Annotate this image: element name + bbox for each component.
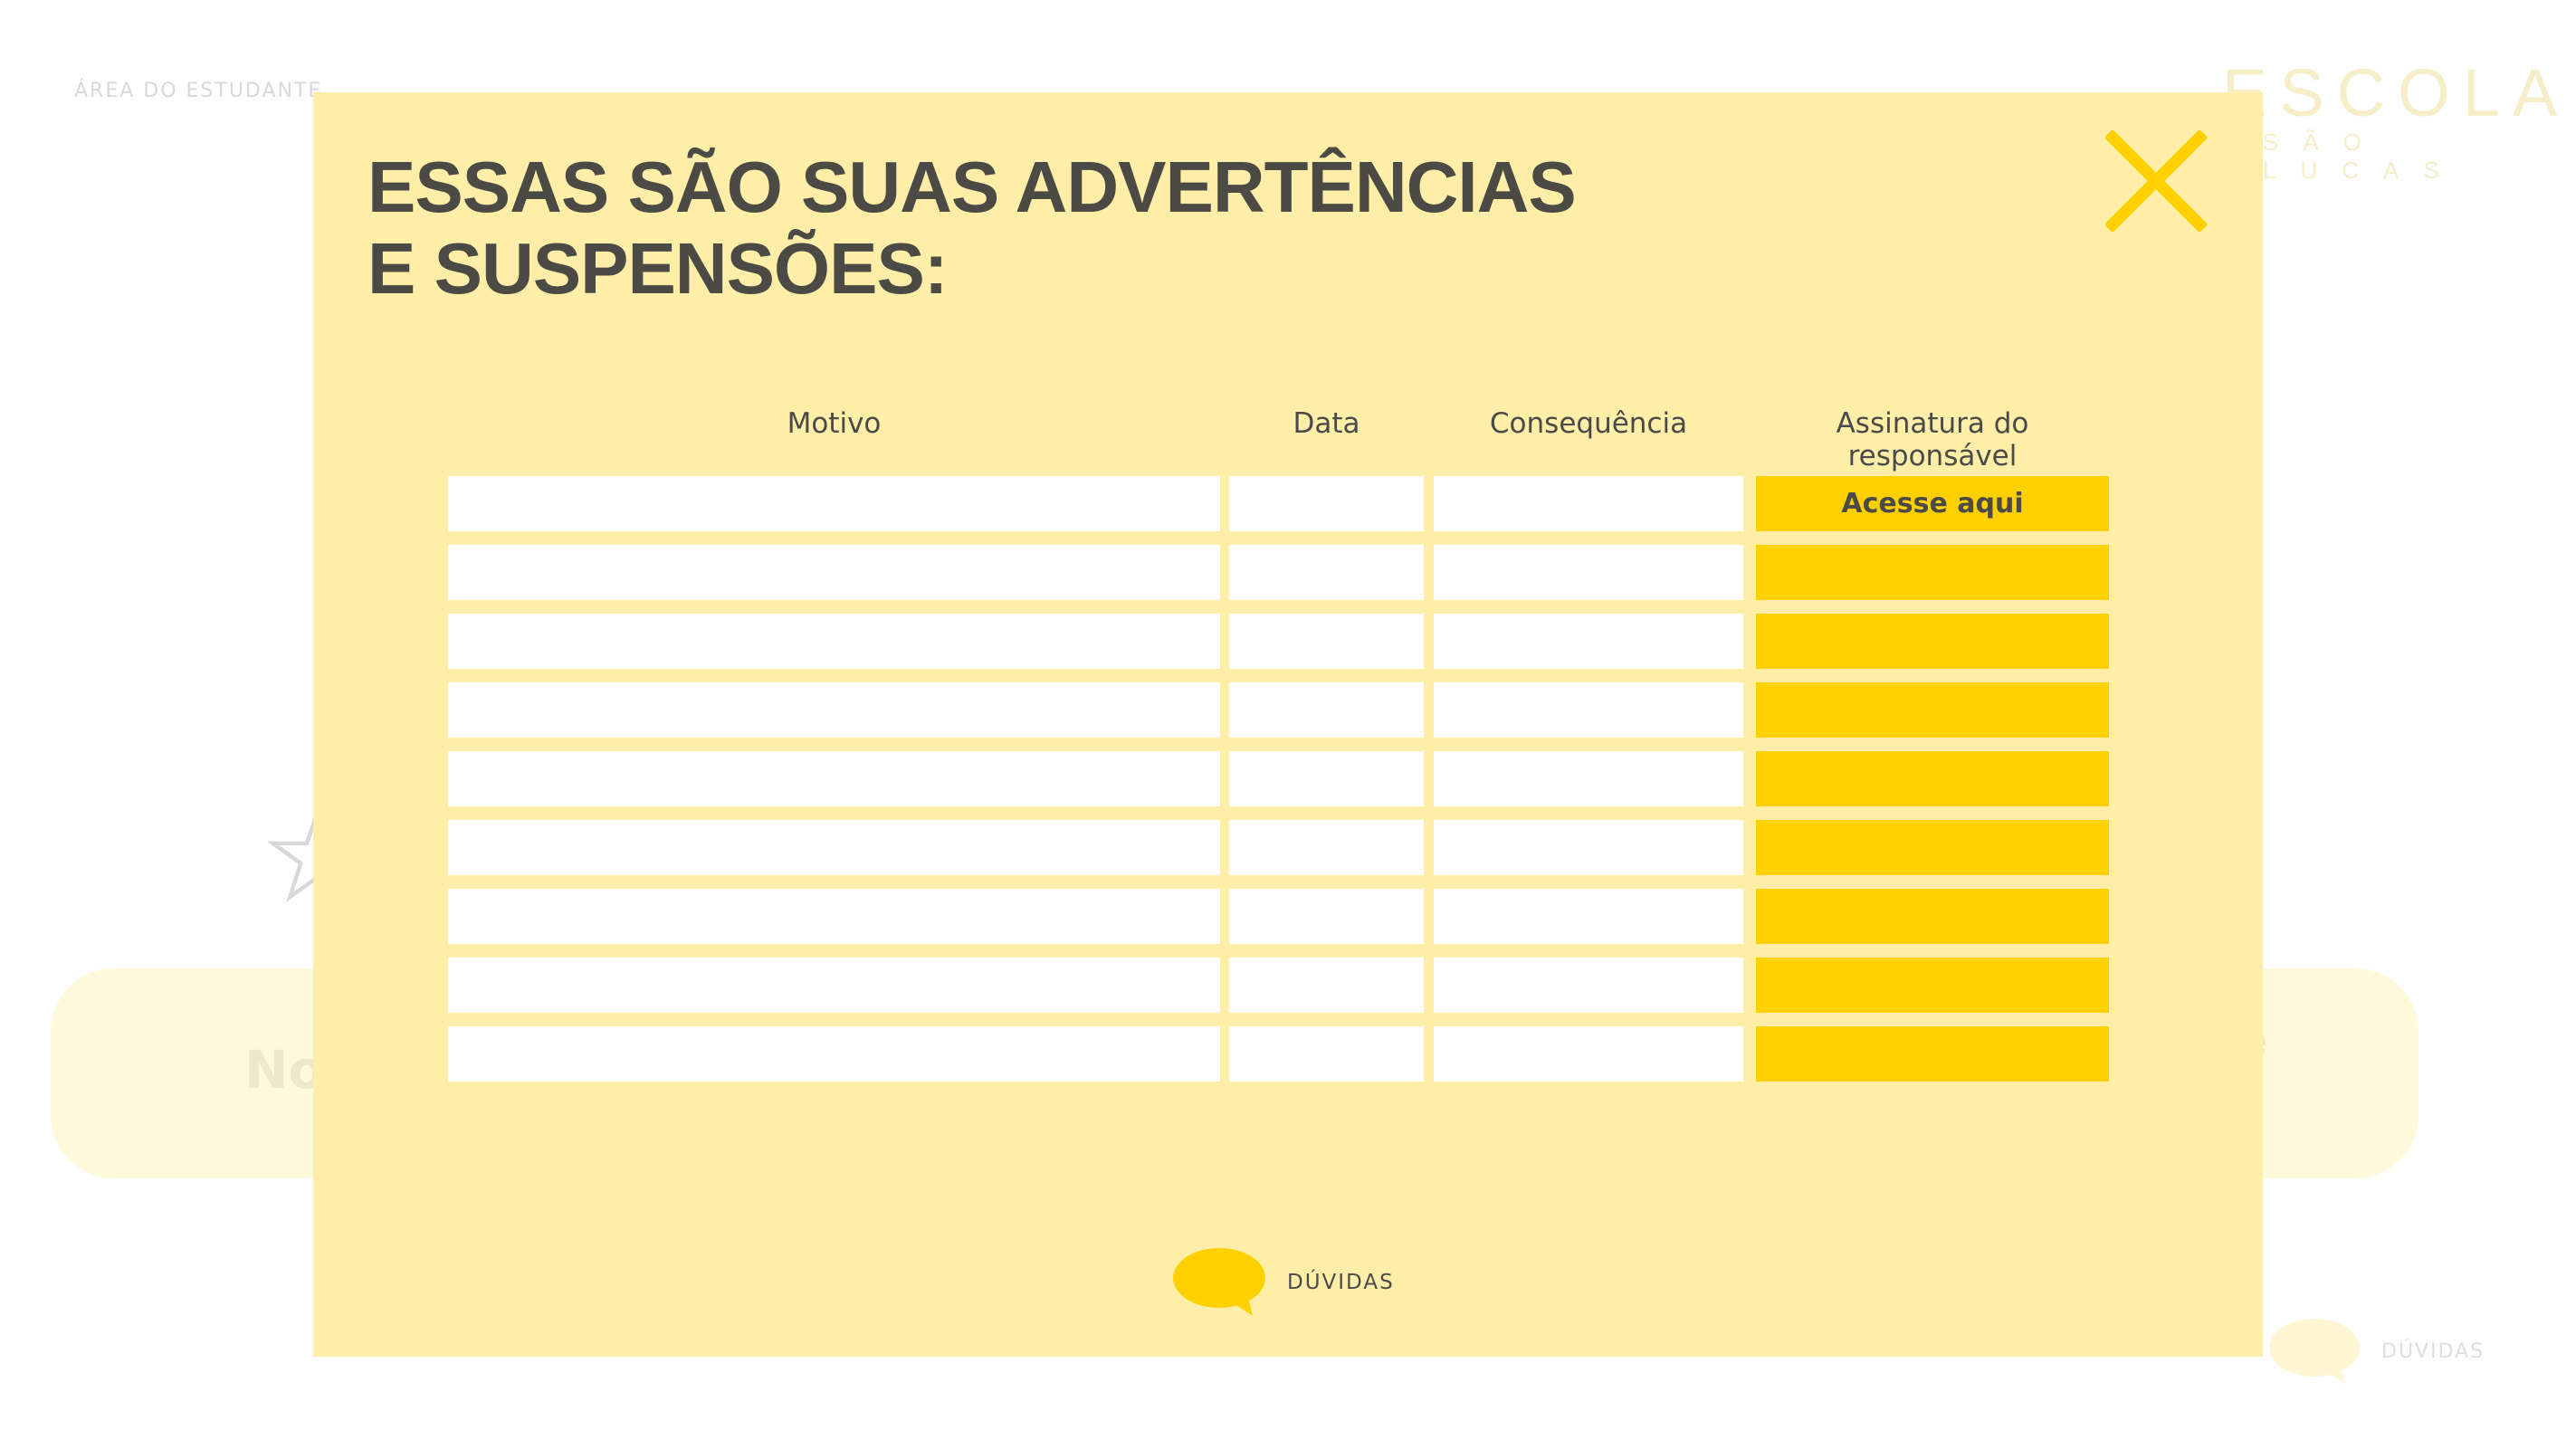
cell-motivo [448,889,1220,944]
logo-subtitle: SÃO LUCAS [2263,129,2464,184]
cell-motivo [448,476,1220,531]
background-help-label: DÚVIDAS [2381,1339,2485,1363]
cell-data [1229,682,1424,738]
cell-consequencia [1434,682,1743,738]
cell-consequencia [1434,889,1743,944]
signature-access-button[interactable] [1756,820,2109,875]
chat-bubble-icon [1173,1248,1265,1316]
cell-data [1229,614,1424,669]
cell-data [1229,958,1424,1013]
header-consequencia: Consequência [1489,407,1688,440]
background-help-button: DÚVIDAS [2267,1317,2485,1386]
cell-data [1229,751,1424,806]
signature-access-button[interactable]: Acesse aqui [1756,476,2109,531]
header-data: Data [1293,407,1360,440]
signature-access-button[interactable] [1756,958,2109,1013]
chat-bubble-icon [2269,1319,2360,1384]
cell-motivo [448,751,1220,806]
help-label: DÚVIDAS [1287,1271,1395,1294]
header-assinatura: Assinatura do responsável [1836,407,2029,472]
signature-access-button[interactable] [1756,1026,2109,1082]
cell-consequencia [1434,820,1743,875]
area-label: ÁREA DO ESTUDANTE [74,80,323,102]
cell-motivo [448,958,1220,1013]
cell-data [1229,889,1424,944]
signature-access-button[interactable] [1756,889,2109,944]
modal-title-line1: ESSAS SÃO SUAS ADVERTÊNCIAS [367,147,1577,227]
signature-access-button[interactable] [1756,682,2109,738]
signature-access-button[interactable] [1756,751,2109,806]
cell-motivo [448,820,1220,875]
cell-consequencia [1434,476,1743,531]
modal-title-line2: E SUSPENSÕES: [367,228,949,309]
signature-access-button[interactable] [1756,545,2109,600]
logo-title: ESCOLA [2222,55,2571,130]
cell-motivo [448,614,1220,669]
cell-consequencia [1434,751,1743,806]
cell-consequencia [1434,545,1743,600]
modal-title: ESSAS SÃO SUAS ADVERTÊNCIAS E SUSPENSÕES… [367,147,1577,310]
cell-motivo [448,682,1220,738]
help-button[interactable]: DÚVIDAS [1171,1247,1395,1318]
cell-data [1229,1026,1424,1082]
header-motivo: Motivo [787,407,882,440]
cell-consequencia [1434,1026,1743,1082]
close-x-icon[interactable] [2105,130,2207,232]
warnings-modal: ESSAS SÃO SUAS ADVERTÊNCIAS E SUSPENSÕES… [313,92,2263,1357]
cell-motivo [448,1026,1220,1082]
cell-data [1229,476,1424,531]
cell-data [1229,545,1424,600]
cell-data [1229,820,1424,875]
cell-consequencia [1434,958,1743,1013]
cell-motivo [448,545,1220,600]
cell-consequencia [1434,614,1743,669]
signature-access-button[interactable] [1756,614,2109,669]
